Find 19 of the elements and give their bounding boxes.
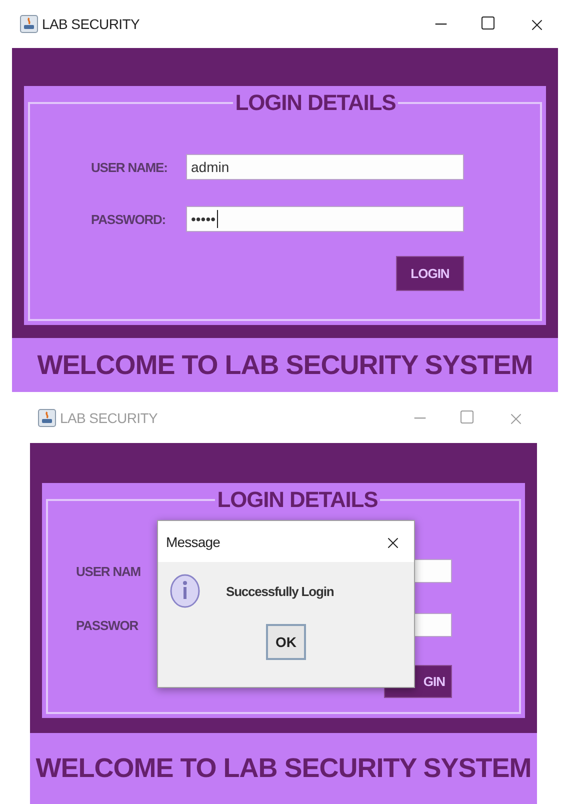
input-field[interactable]: admin (186, 154, 464, 180)
field-label: USER NAM (76, 564, 142, 578)
window-title: LAB SECURITY (60, 410, 159, 426)
welcome-text: WELCOME TO LAB SECURITY SYSTEM (37, 350, 533, 380)
field-label: USER NAME: (91, 160, 168, 174)
panel-title: LOGIN DETAILS (216, 487, 379, 513)
dialog-title: Message (166, 534, 222, 550)
info-icon (170, 574, 200, 608)
field-label: PASSWOR (76, 618, 140, 632)
field-label: PASSWORD: (91, 212, 167, 226)
login-button[interactable]: LOGIN (396, 256, 464, 291)
app-icon (20, 15, 38, 33)
dialog-message: Successfully Login (226, 584, 334, 598)
password-field[interactable]: ••••• (186, 206, 464, 232)
welcome-text: WELCOME TO LAB SECURITY SYSTEM (36, 753, 532, 784)
ok-button[interactable]: OK (266, 624, 306, 660)
window-title: LAB SECURITY (42, 16, 141, 32)
panel-title: LOGIN DETAILS (234, 90, 397, 116)
app-icon (38, 408, 56, 426)
